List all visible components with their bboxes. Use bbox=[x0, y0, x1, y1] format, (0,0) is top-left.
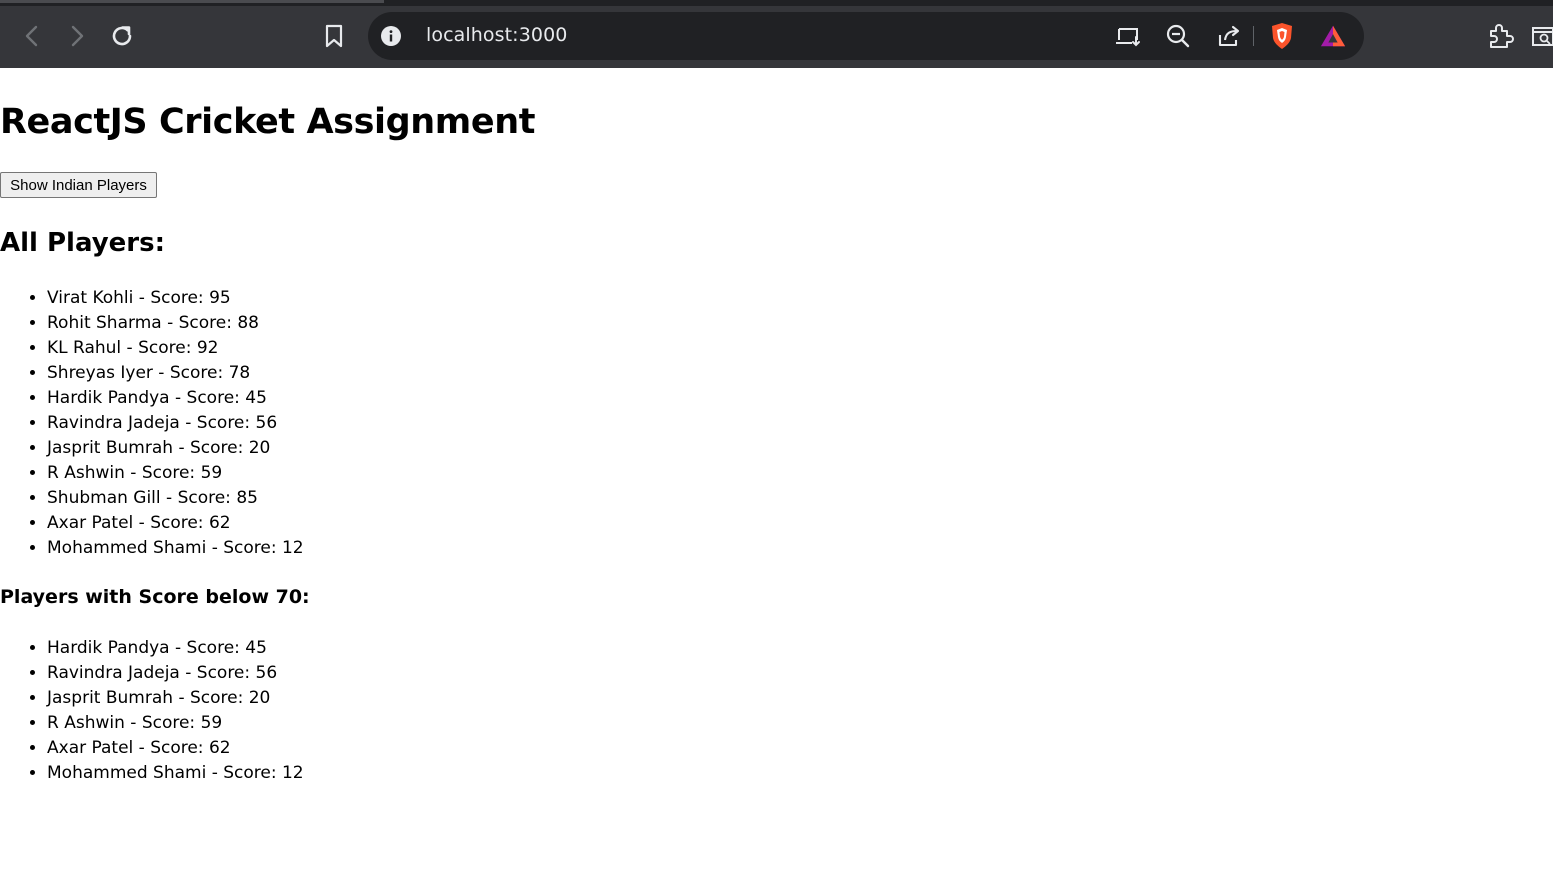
tab-strip bbox=[0, 0, 1553, 6]
extensions-icon[interactable] bbox=[1485, 21, 1515, 51]
zoom-out-icon[interactable] bbox=[1165, 23, 1191, 49]
player-list-item: R Ashwin - Score: 59 bbox=[47, 461, 304, 486]
all-players-list: Virat Kohli - Score: 95Rohit Sharma - Sc… bbox=[0, 286, 304, 561]
player-list-item: Ravindra Jadeja - Score: 56 bbox=[47, 661, 304, 686]
share-icon[interactable] bbox=[1216, 23, 1242, 49]
all-players-heading: All Players: bbox=[0, 228, 165, 258]
player-list-item: KL Rahul - Score: 92 bbox=[47, 336, 304, 361]
site-info-icon[interactable] bbox=[380, 25, 402, 47]
player-list-item: Shubman Gill - Score: 85 bbox=[47, 486, 304, 511]
page-content: ReactJS Cricket Assignment Show Indian P… bbox=[0, 68, 1553, 888]
player-list-item: Rohit Sharma - Score: 88 bbox=[47, 311, 304, 336]
low-score-heading: Players with Score below 70: bbox=[0, 586, 310, 608]
bookmark-icon[interactable] bbox=[319, 21, 349, 51]
player-list-item: Jasprit Bumrah - Score: 20 bbox=[47, 686, 304, 711]
reload-icon[interactable] bbox=[107, 21, 137, 51]
page-title: ReactJS Cricket Assignment bbox=[0, 102, 536, 142]
brave-rewards-icon[interactable] bbox=[1320, 23, 1346, 49]
player-list-item: Jasprit Bumrah - Score: 20 bbox=[47, 436, 304, 461]
active-tab-indicator bbox=[0, 0, 384, 3]
address-bar[interactable]: localhost:3000 bbox=[368, 12, 1364, 60]
brave-shields-icon[interactable] bbox=[1269, 23, 1295, 49]
browser-toolbar: localhost:3000 bbox=[0, 0, 1553, 68]
low-score-players-list: Hardik Pandya - Score: 45Ravindra Jadeja… bbox=[0, 636, 304, 786]
player-list-item: Mohammed Shami - Score: 12 bbox=[47, 761, 304, 786]
back-icon[interactable] bbox=[17, 21, 47, 51]
player-list-item: Hardik Pandya - Score: 45 bbox=[47, 636, 304, 661]
player-list-item: Shreyas Iyer - Score: 78 bbox=[47, 361, 304, 386]
player-list-item: R Ashwin - Score: 59 bbox=[47, 711, 304, 736]
url-text[interactable]: localhost:3000 bbox=[426, 24, 567, 46]
player-list-item: Axar Patel - Score: 62 bbox=[47, 736, 304, 761]
forward-icon[interactable] bbox=[62, 21, 92, 51]
install-app-icon[interactable] bbox=[1115, 23, 1141, 49]
player-list-item: Virat Kohli - Score: 95 bbox=[47, 286, 304, 311]
player-list-item: Axar Patel - Score: 62 bbox=[47, 511, 304, 536]
player-list-item: Mohammed Shami - Score: 12 bbox=[47, 536, 304, 561]
reading-list-icon[interactable] bbox=[1528, 21, 1553, 51]
toolbar-separator bbox=[1253, 26, 1254, 46]
player-list-item: Ravindra Jadeja - Score: 56 bbox=[47, 411, 304, 436]
show-indian-players-button[interactable]: Show Indian Players bbox=[0, 172, 157, 198]
player-list-item: Hardik Pandya - Score: 45 bbox=[47, 386, 304, 411]
